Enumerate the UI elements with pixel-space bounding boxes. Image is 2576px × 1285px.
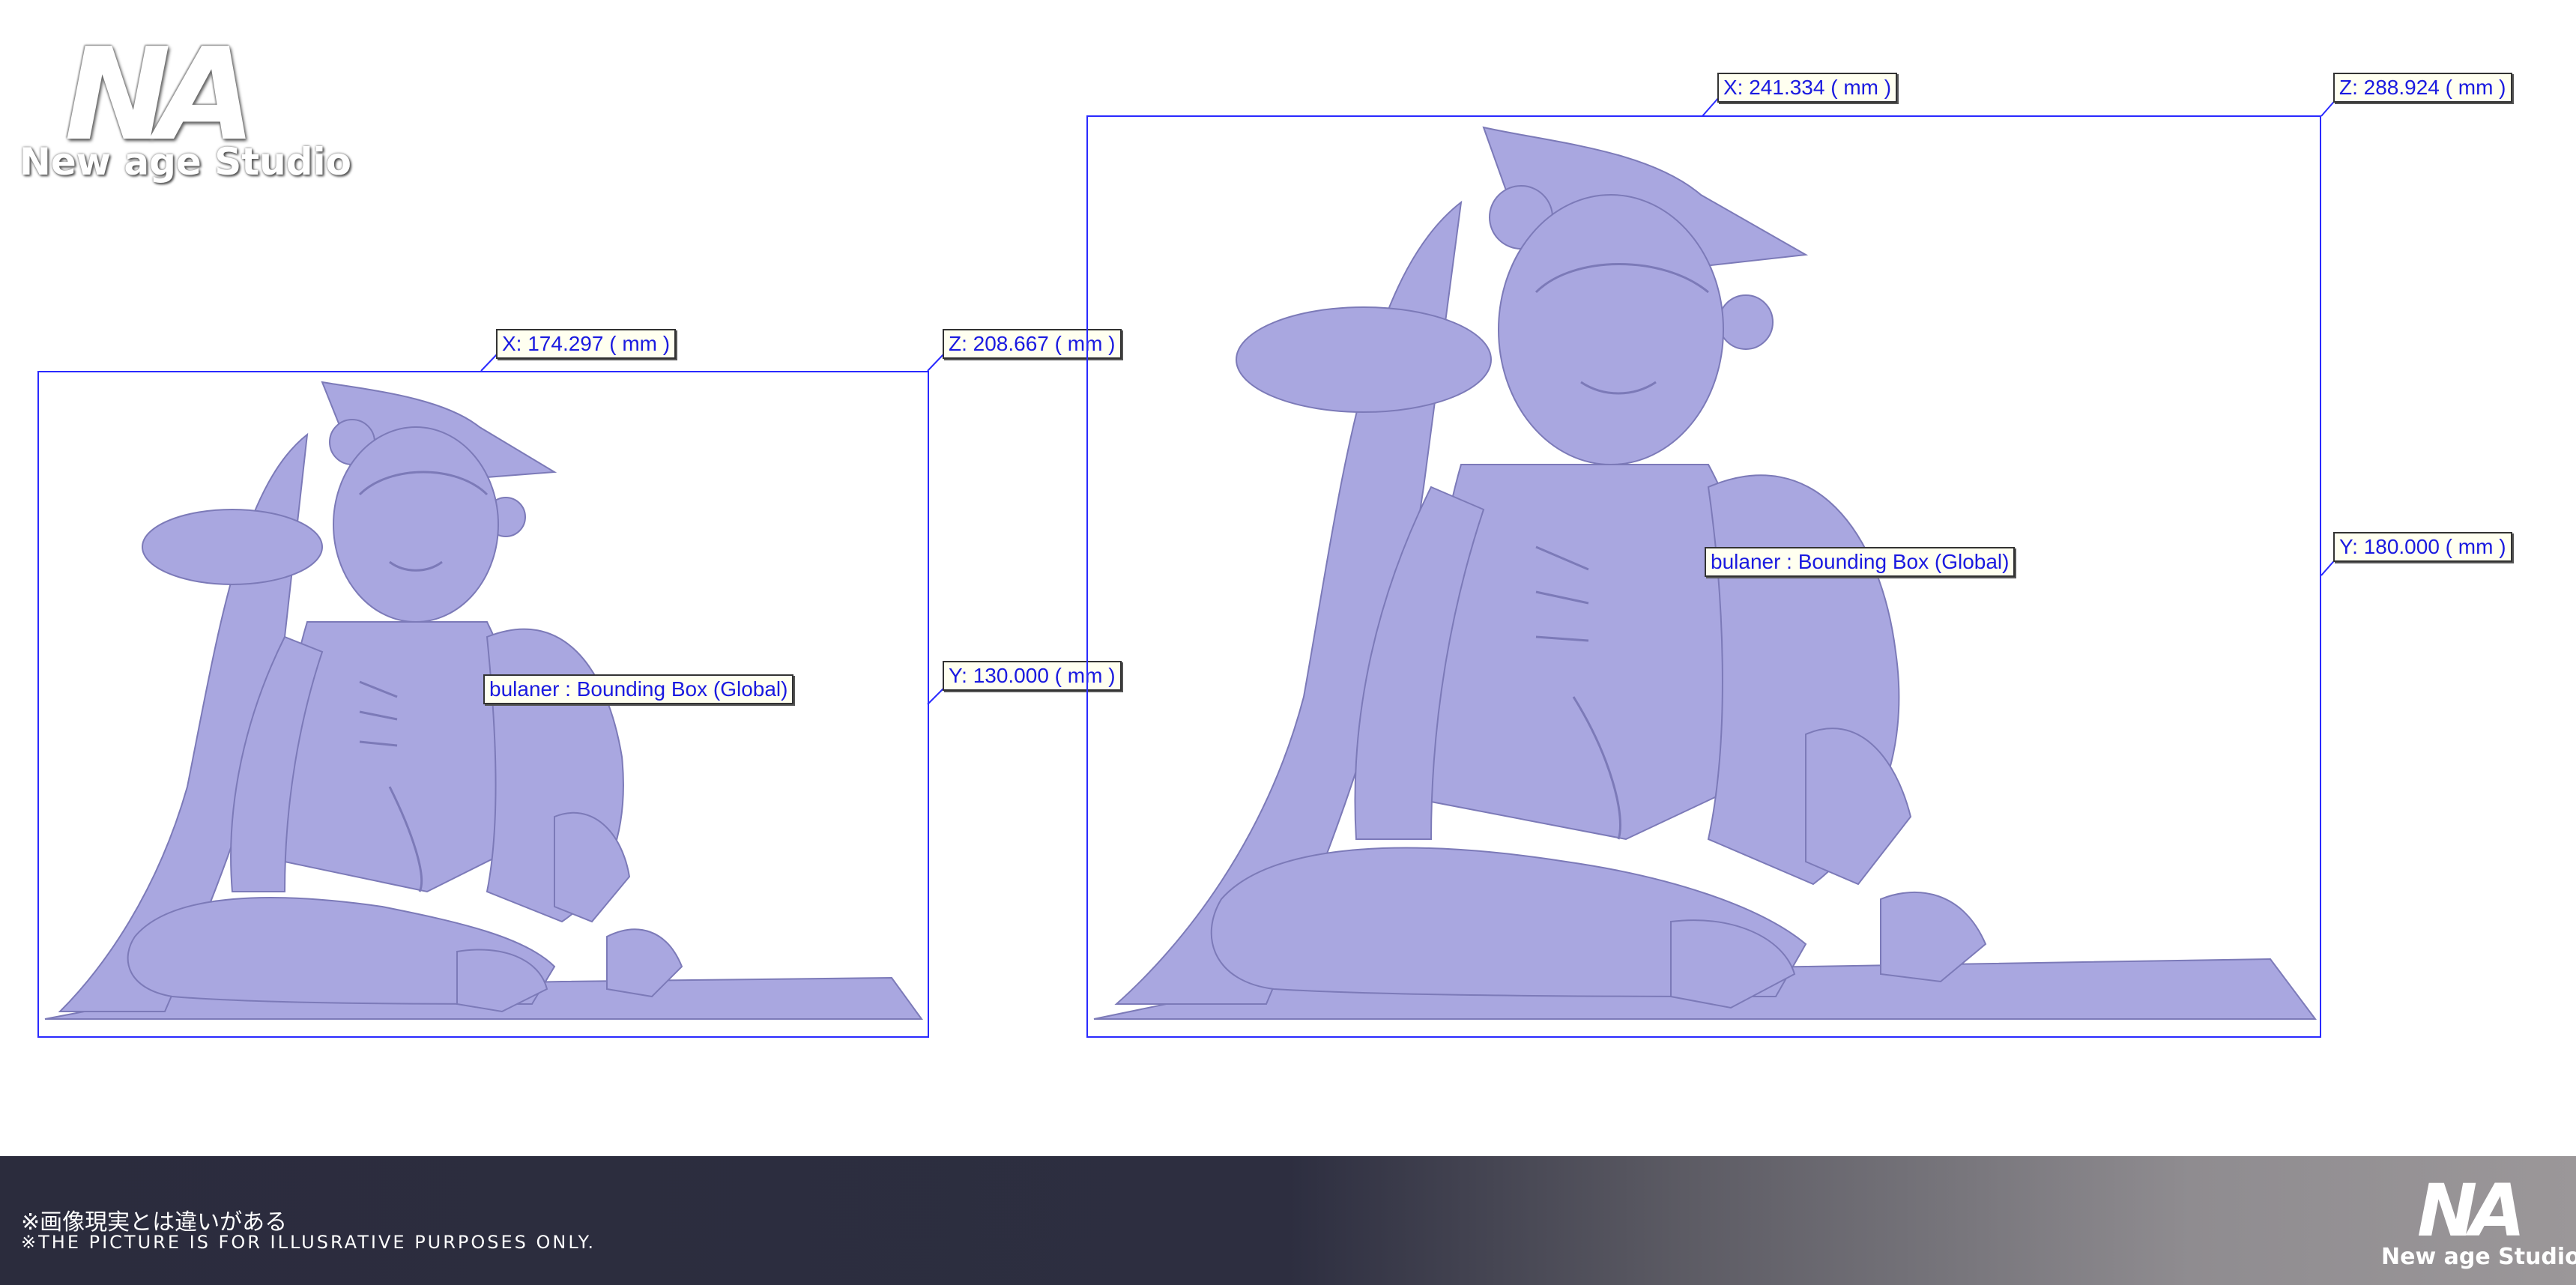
- footer-logo: NA New age Studio: [2381, 1169, 2576, 1280]
- dimension-z-label: Z: 288.924 ( mm ): [2333, 73, 2512, 103]
- dimension-x-label: X: 174.297 ( mm ): [496, 329, 677, 359]
- disclaimer-english: ※THE PICTURE IS FOR ILLUSRATIVE PURPOSES…: [21, 1232, 596, 1253]
- bounding-box-label: bulaner : Bounding Box (Global): [1705, 547, 2016, 577]
- dimension-x-label: X: 241.334 ( mm ): [1717, 73, 1898, 103]
- leader-lines-small: [480, 353, 945, 705]
- footer-bar: [0, 1156, 2576, 1285]
- dimension-y-label: Y: 180.000 ( mm ): [2333, 532, 2512, 562]
- logo-mark: NA: [2417, 1169, 2526, 1253]
- logo-text: New age Studio: [19, 140, 351, 184]
- brand-logo: NA New age Studio: [19, 31, 351, 189]
- leader-lines-large: [1702, 97, 2338, 576]
- logo-text: New age Studio: [2381, 1244, 2576, 1270]
- bounding-box-label: bulaner : Bounding Box (Global): [483, 674, 794, 704]
